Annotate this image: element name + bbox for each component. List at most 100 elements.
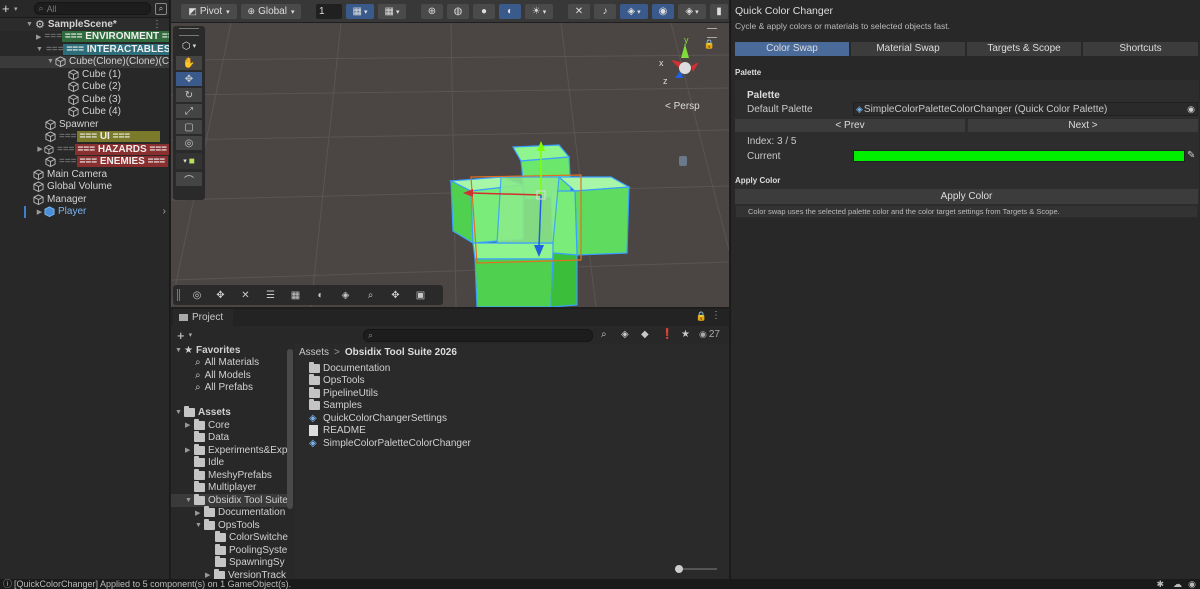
tab-color-swap[interactable]: Color Swap [735,42,849,56]
overlay-tool-7-icon[interactable]: ◈ [333,290,358,301]
orientation-gizmo[interactable]: 🔒 y x z < Persp [651,28,727,118]
rotate-tool[interactable]: ↻ [176,88,202,102]
object-picker-icon[interactable]: ◉ [1187,104,1195,115]
tab-project[interactable]: Project [173,309,233,326]
hierarchy-item-cube-2[interactable]: Cube (2) [0,81,169,94]
expand-arrow-icon[interactable]: ▶ [36,145,44,153]
lighting-toggle[interactable]: ☀ ▾ [525,4,553,19]
expand-arrow-icon[interactable]: ▶ [185,446,194,454]
custom-tool-dropdown[interactable]: ▾ ■ [176,153,202,169]
tag-icon[interactable]: ◆ [641,329,649,340]
tree-folder-idle[interactable]: Idle [194,456,224,470]
hand-tool[interactable]: ✋ [176,56,202,70]
hierarchy-item-hazards[interactable]: ▶ === === HAZARDS === [0,143,169,156]
expand-arrow-icon[interactable]: ▶ [185,421,194,429]
overlay-tool-10-icon[interactable]: ▣ [408,290,433,301]
transform-tool[interactable]: ◎ [176,136,202,150]
favorites-item[interactable]: ⌕ All Models [195,369,251,382]
tree-folder-colorswitcher[interactable]: ColorSwitche [215,531,288,545]
warning-icon[interactable]: ❗ [661,329,673,340]
scene-view[interactable]: ◩ Pivot ▾ ⊕ Global ▾ 1 ▦ ▾ ▦ ▾ ⊕ ◍ ● ◐ ☀ ▾ ✕ ♪ … [171,0,729,307]
next-button[interactable]: Next > [968,119,1198,132]
lock-icon[interactable]: 🔒 [704,39,715,50]
asset-item[interactable]: ◈ QuickColorChangerSettings [309,412,447,425]
expand-arrow-icon[interactable]: ▼ [24,21,35,28]
effects-toggle[interactable]: ✕ [568,4,590,19]
overlay-tool-9-icon[interactable]: ✥ [383,290,408,301]
hierarchy-item-ui[interactable]: === === UI === [0,131,169,144]
selected-cubes[interactable] [441,135,641,307]
tree-folder-obsidix[interactable]: ▼ Obsidix Tool Suite [171,493,289,507]
expand-arrow-icon[interactable]: ▶ [36,33,41,41]
prev-button[interactable]: < Prev [735,119,965,132]
overlay-tool-1-icon[interactable]: ◎ [186,290,208,301]
asset-item[interactable]: ◈ SimpleColorPaletteColorChanger [309,437,471,450]
expand-arrow-icon[interactable]: ▼ [195,522,204,529]
apply-color-button[interactable]: Apply Color [735,189,1198,204]
hierarchy-item-cube-clone[interactable]: ▼ Cube(Clone)(Clone)(C [0,55,169,68]
expand-arrow-icon[interactable]: ▶ [35,208,44,216]
expand-arrow-icon[interactable]: ▼ [175,409,184,416]
default-palette-field[interactable]: ◈ SimpleColorPaletteColorChanger (Quick … [853,102,1198,116]
tree-folder-spawningsystem[interactable]: SpawningSy [215,556,285,570]
hierarchy-item-cube-3[interactable]: Cube (3) [0,93,169,106]
visibility-toggle[interactable]: ◉ [652,4,674,19]
rect-tool[interactable]: ▢ [176,120,202,134]
expand-arrow-icon[interactable]: ▼ [185,497,194,504]
status-bar[interactable]: [QuickColorChanger] Applied to 5 compone… [0,579,1200,589]
tree-folder-opstools[interactable]: ▼ OpsTools [195,518,260,532]
expand-arrow-icon[interactable]: ▼ [46,58,55,65]
persp-label[interactable]: < Persp [665,101,700,112]
chevron-right-icon[interactable]: › [163,206,166,217]
gizmos-button[interactable]: ◈ ▾ [678,4,706,19]
star-icon[interactable]: ★ [681,329,690,340]
zoom-slider-thumb[interactable] [675,565,683,573]
more-options-icon[interactable]: ⋮ [152,19,162,30]
expand-arrow-icon[interactable]: ▶ [205,571,214,579]
layers-button[interactable]: ◈ ▾ [620,4,648,19]
expand-arrow-icon[interactable]: ▼ [175,347,184,354]
asset-item[interactable]: Documentation [309,361,390,375]
overlay-tool-2-icon[interactable]: ✥ [208,290,233,301]
hierarchy-search-input[interactable]: ⌕ All [33,2,151,15]
overlay-tool-6-icon[interactable]: ◐ [308,290,333,301]
favorites-item[interactable]: ⌕ All Materials [195,357,259,370]
tree-scrollbar[interactable] [287,349,293,509]
more-options-icon[interactable]: ⋮ [711,310,721,321]
move-tool[interactable]: ✥ [176,72,202,86]
scene-row[interactable]: ▼ ⚙ SampleScene* ⋮ [0,18,169,31]
asset-item[interactable]: README [309,425,366,438]
spline-tool[interactable]: ⌒ [176,172,202,187]
search-by-type-icon[interactable]: ⌕ [601,329,607,340]
shading-wire-button[interactable]: ◍ [447,4,469,19]
console-message[interactable]: [QuickColorChanger] Applied to 5 compone… [14,579,291,589]
overlay-tool-3-icon[interactable]: ✕ [233,290,258,301]
tree-folder-poolingsystem[interactable]: PoolingSyste [215,543,287,557]
tab-material-swap[interactable]: Material Swap [851,42,965,56]
global-dropdown[interactable]: ⊕ Global ▾ [241,4,301,19]
tree-folder-experiments[interactable]: ▶ Experiments&Exp [185,443,287,457]
hierarchy-item-interactables[interactable]: ▼ === === INTERACTABLES === [0,43,169,56]
breadcrumb-current[interactable]: Obsidix Tool Suite 2026 [345,347,457,358]
search-options-icon[interactable]: ⌕ [155,2,167,15]
lock-icon[interactable]: 🔒 [696,311,707,322]
overlay-tool-4-icon[interactable]: ☰ [258,290,283,301]
hierarchy-item-environment[interactable]: ▶ === === ENVIRONMENT === [0,31,169,44]
hierarchy-item-cube-4[interactable]: Cube (4) [0,106,169,119]
expand-arrow-icon[interactable]: ▶ [195,509,204,517]
pivot-dropdown[interactable]: ◩ Pivot ▾ [181,4,237,19]
expand-arrow-icon[interactable]: ▼ [36,46,43,53]
tab-targets-scope[interactable]: Targets & Scope [967,42,1081,56]
orientation-button[interactable]: ⊕ [421,4,443,19]
tree-folder-multiplayer[interactable]: Multiplayer [194,481,256,495]
camera-settings-button[interactable]: ▮ [710,4,728,19]
add-icon[interactable]: + [2,1,14,16]
favorites-item[interactable]: ⌕ All Prefabs [195,382,253,395]
tree-folder-versiontracker[interactable]: ▶ VersionTrack [205,568,286,579]
shading-lit-button[interactable]: ◐ [499,4,521,19]
hierarchy-item-manager[interactable]: Manager [0,193,169,206]
debug-icon[interactable]: ✱ [1156,579,1164,589]
tree-folder-documentation[interactable]: ▶ Documentation [195,506,285,520]
zoom-slider[interactable] [675,565,717,573]
dropdown-arrow-icon[interactable]: ▾ [14,5,18,13]
